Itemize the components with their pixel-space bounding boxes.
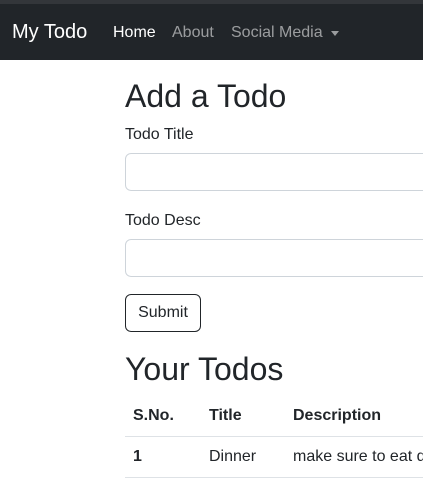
add-todo-heading: Add a Todo <box>125 78 287 114</box>
todo-desc-input[interactable] <box>125 239 423 277</box>
main-content: Add a Todo Todo Title Todo Desc Submit Y… <box>125 60 423 504</box>
cell-description: make sure to eat d <box>285 436 423 478</box>
column-header-sno: S.No. <box>125 396 201 437</box>
your-todos-heading: Your Todos <box>125 351 284 387</box>
todo-title-input[interactable] <box>125 153 423 191</box>
todo-desc-label: Todo Desc <box>125 212 201 229</box>
cell-title: Dinner <box>201 436 285 478</box>
column-header-description: Description <box>285 396 423 437</box>
table-row: 1 Dinner make sure to eat d <box>125 436 423 478</box>
navbar: My Todo Home About Social Media <box>0 4 423 60</box>
cell-sno: 1 <box>125 436 201 478</box>
caret-down-icon <box>330 30 339 36</box>
todos-table: S.No. Title Description 1 Dinner make su… <box>125 396 423 478</box>
nav-link-about[interactable]: About <box>172 23 214 43</box>
todo-title-label: Todo Title <box>125 126 194 143</box>
nav-link-home[interactable]: Home <box>113 23 156 43</box>
column-header-title: Title <box>201 396 285 437</box>
table-header-row: S.No. Title Description <box>125 396 423 437</box>
submit-button[interactable]: Submit <box>125 294 201 332</box>
nav-dropdown-label: Social Media <box>231 24 323 41</box>
nav-dropdown-social-media[interactable]: Social Media <box>231 23 339 43</box>
brand-link[interactable]: My Todo <box>12 19 87 45</box>
